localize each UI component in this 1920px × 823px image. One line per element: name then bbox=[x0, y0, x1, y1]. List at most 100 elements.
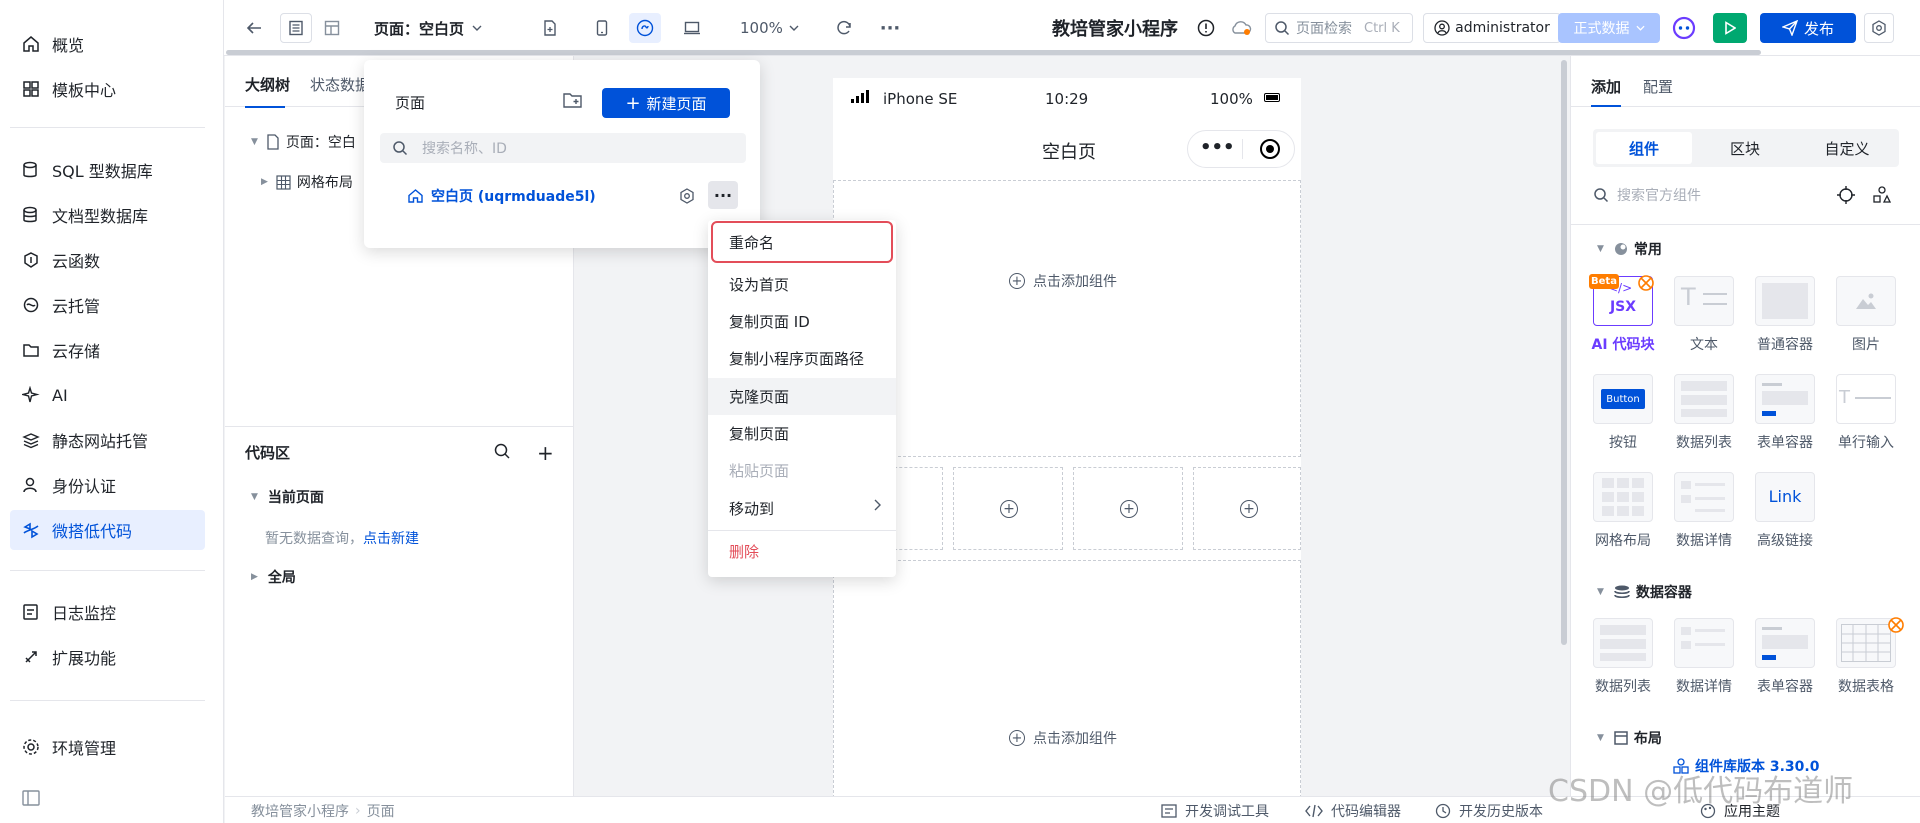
history-button[interactable]: 开发历史版本 bbox=[1435, 801, 1543, 821]
canvas-scrollbar[interactable] bbox=[226, 50, 1761, 55]
more-dots-icon[interactable]: ••• bbox=[1200, 137, 1235, 158]
page-settings-icon[interactable] bbox=[679, 188, 695, 204]
tab-outline-tree[interactable]: 大纲树 bbox=[245, 74, 290, 95]
menu-item-clone-page[interactable]: 克隆页面 bbox=[708, 378, 896, 415]
info-icon[interactable] bbox=[1194, 13, 1218, 43]
collapse-sidebar-icon[interactable] bbox=[22, 790, 40, 806]
tab-state-data[interactable]: 状态数据 bbox=[310, 74, 370, 95]
tree-node-grid[interactable]: ▶ 网格布局 bbox=[261, 172, 353, 192]
sidebar-item-sql-db[interactable]: SQL 型数据库 bbox=[10, 150, 205, 190]
sidebar-item-auth[interactable]: 身份认证 bbox=[10, 465, 205, 505]
group-common[interactable]: ▼ 常用 bbox=[1597, 239, 1662, 259]
component-text[interactable]: T 文本 bbox=[1672, 276, 1736, 354]
plus-circle-icon[interactable]: + bbox=[1120, 500, 1138, 518]
canvas-vertical-scrollbar[interactable] bbox=[1561, 60, 1567, 645]
zoom-select[interactable]: 100% bbox=[740, 13, 799, 43]
page-list-button[interactable] bbox=[280, 13, 312, 43]
shapes-icon[interactable] bbox=[1873, 186, 1891, 204]
tree-node-page[interactable]: ▼ 页面：空白 bbox=[251, 132, 356, 152]
sidebar-item-functions[interactable]: 云函数 bbox=[10, 240, 205, 280]
add-icon[interactable]: + bbox=[537, 441, 554, 465]
code-editor-button[interactable]: 代码编辑器 bbox=[1305, 801, 1401, 821]
component-advanced-link[interactable]: Link 高级链接 bbox=[1753, 472, 1817, 550]
component-form-container[interactable]: 表单容器 bbox=[1753, 374, 1817, 452]
group-layout[interactable]: ▼ 布局 bbox=[1597, 728, 1662, 748]
search-icon[interactable] bbox=[493, 442, 511, 460]
segment-components[interactable]: 组件 bbox=[1596, 132, 1692, 164]
menu-item-copy-page[interactable]: 复制页面 bbox=[708, 415, 896, 452]
close-miniprogram-icon[interactable] bbox=[1260, 139, 1280, 159]
menu-item-copy-path[interactable]: 复制小程序页面路径 bbox=[708, 340, 896, 377]
plus-circle-icon[interactable]: + bbox=[1240, 500, 1258, 518]
menu-item-copy-page-id[interactable]: 复制页面 ID bbox=[708, 303, 896, 340]
refresh-button[interactable] bbox=[828, 13, 860, 43]
more-options-button[interactable]: ··· bbox=[874, 13, 906, 43]
sidebar-item-env[interactable]: 环境管理 bbox=[10, 727, 205, 767]
sidebar-item-cloud-hosting[interactable]: 云托管 bbox=[10, 285, 205, 325]
component-container[interactable]: 普通容器 bbox=[1753, 276, 1817, 354]
sidebar-item-templates[interactable]: 模板中心 bbox=[10, 69, 205, 109]
mobile-view-button[interactable] bbox=[586, 13, 618, 43]
sidebar-item-lowcode[interactable]: 微搭低代码 bbox=[10, 510, 205, 550]
layout-button[interactable] bbox=[316, 13, 348, 43]
sidebar-item-doc-db[interactable]: 文档型数据库 bbox=[10, 195, 205, 235]
sidebar-item-extensions[interactable]: 扩展功能 bbox=[10, 637, 205, 677]
group-data-container[interactable]: ▼ 数据容器 bbox=[1597, 582, 1692, 602]
menu-item-delete[interactable]: 删除 bbox=[708, 533, 896, 570]
tab-add[interactable]: 添加 bbox=[1591, 76, 1621, 97]
component-form-container[interactable]: 表单容器 bbox=[1753, 618, 1817, 696]
grid-cell[interactable]: + bbox=[1073, 467, 1183, 550]
plus-circle-icon[interactable]: + bbox=[1000, 500, 1018, 518]
current-page-section[interactable]: ▼ 当前页面 bbox=[251, 487, 324, 507]
component-data-detail[interactable]: 数据详情 bbox=[1672, 618, 1736, 696]
new-page-button[interactable]: + 新建页面 bbox=[602, 88, 730, 118]
sidebar-item-logs[interactable]: 日志监控 bbox=[10, 592, 205, 632]
sidebar-item-static-hosting[interactable]: 静态网站托管 bbox=[10, 420, 205, 460]
tab-config[interactable]: 配置 bbox=[1643, 76, 1673, 97]
env-select[interactable]: 正式数据 bbox=[1558, 13, 1660, 43]
breadcrumb-app[interactable]: 教培管家小程序 bbox=[251, 801, 349, 821]
grid-cell[interactable]: + bbox=[1193, 467, 1301, 550]
desktop-view-button[interactable] bbox=[676, 13, 708, 43]
menu-item-set-home[interactable]: 设为首页 bbox=[708, 266, 896, 303]
new-file-button[interactable] bbox=[534, 13, 566, 43]
component-data-list[interactable]: 数据列表 bbox=[1672, 374, 1736, 452]
sidebar-item-ai[interactable]: AI bbox=[10, 375, 205, 415]
page-search-input[interactable]: 搜索名称、ID bbox=[380, 133, 746, 163]
grid-cell[interactable]: + bbox=[953, 467, 1063, 550]
component-data-detail[interactable]: 数据详情 bbox=[1672, 472, 1736, 550]
drop-zone[interactable]: + 点击添加组件 bbox=[833, 560, 1301, 798]
component-data-list[interactable]: 数据列表 bbox=[1591, 618, 1655, 696]
breadcrumb-page[interactable]: 页面 bbox=[367, 801, 395, 821]
drop-zone[interactable]: + 点击添加组件 bbox=[833, 180, 1301, 457]
component-text-input[interactable]: T 单行输入 bbox=[1834, 374, 1898, 452]
component-image[interactable]: 图片 bbox=[1834, 276, 1898, 354]
create-query-link[interactable]: 点击新建 bbox=[363, 531, 419, 547]
publish-button[interactable]: 发布 bbox=[1760, 13, 1856, 43]
component-button[interactable]: Button 按钮 bbox=[1591, 374, 1655, 452]
page-search-button[interactable]: 页面检索 Ctrl K bbox=[1265, 13, 1413, 43]
add-component-hint[interactable]: + 点击添加组件 bbox=[1009, 271, 1117, 291]
component-grid-layout[interactable]: 网格布局 bbox=[1591, 472, 1655, 550]
capsule-menu[interactable]: ••• bbox=[1187, 130, 1295, 168]
cloud-sync-icon[interactable] bbox=[1228, 13, 1254, 43]
segment-custom[interactable]: 自定义 bbox=[1799, 132, 1895, 164]
page-selector[interactable]: 页面：空白页 bbox=[374, 13, 482, 43]
sidebar-item-overview[interactable]: 概览 bbox=[10, 24, 205, 64]
target-icon[interactable] bbox=[1837, 186, 1855, 204]
sidebar-item-storage[interactable]: 云存储 bbox=[10, 330, 205, 370]
add-component-hint[interactable]: + 点击添加组件 bbox=[1009, 728, 1117, 748]
user-menu[interactable]: administrator bbox=[1423, 13, 1561, 43]
menu-item-rename[interactable]: 重命名 bbox=[711, 221, 893, 263]
page-more-button[interactable]: ··· bbox=[708, 181, 738, 209]
page-item[interactable]: 空白页 (uqrmduade5l) bbox=[408, 186, 596, 206]
component-search[interactable]: 搜索官方组件 bbox=[1593, 179, 1789, 211]
new-folder-icon[interactable] bbox=[563, 91, 583, 109]
preview-button[interactable] bbox=[1713, 13, 1747, 43]
menu-item-move-to[interactable]: 移动到 bbox=[708, 490, 896, 527]
dev-tools-button[interactable]: 开发调试工具 bbox=[1161, 801, 1269, 821]
back-button[interactable] bbox=[238, 13, 270, 43]
copilot-icon[interactable] bbox=[1669, 13, 1699, 43]
miniprogram-view-button[interactable] bbox=[629, 13, 661, 43]
settings-button[interactable] bbox=[1864, 13, 1894, 43]
